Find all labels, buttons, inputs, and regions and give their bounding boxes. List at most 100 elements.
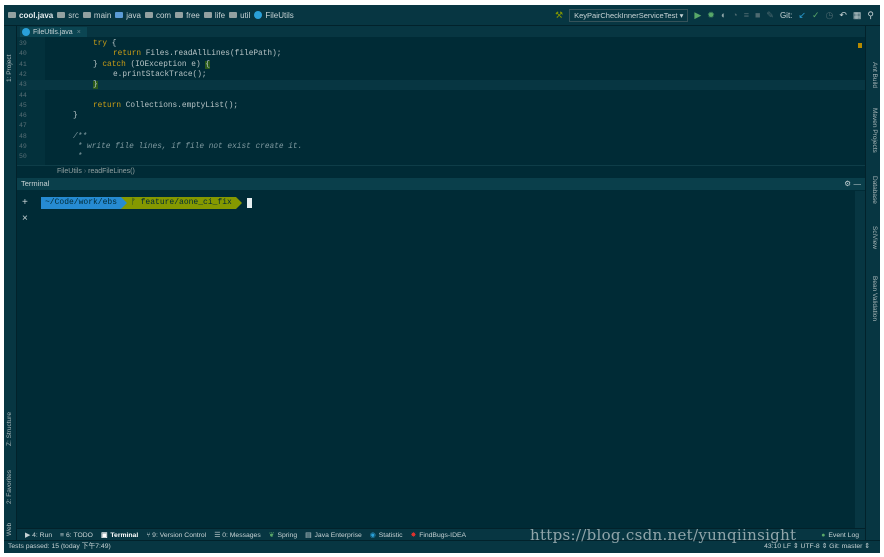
- code-line: 41} catch (IOException e) {: [19, 60, 210, 69]
- gear-icon[interactable]: ⚙: [844, 178, 851, 190]
- nav-crumb-src[interactable]: src: [57, 11, 79, 20]
- tab-messages[interactable]: ☰ 0: Messages: [214, 531, 261, 539]
- code-line-current: 43}: [17, 80, 865, 91]
- git-update-icon[interactable]: ↙: [798, 10, 806, 20]
- spring-icon: ❦: [268, 532, 275, 539]
- prompt-path-segment: ~/Code/work/ebs: [41, 197, 128, 209]
- search-icon[interactable]: ⚲: [867, 10, 874, 20]
- ant-build-tool-button[interactable]: Ant Build: [871, 62, 878, 88]
- close-session-icon[interactable]: ×: [22, 213, 28, 224]
- project-structure-icon[interactable]: ▦: [853, 10, 862, 20]
- breadcrumb-method[interactable]: readFileLines(): [88, 168, 135, 175]
- warning-marker[interactable]: [858, 43, 862, 48]
- structure-tool-button[interactable]: Z: Structure: [6, 412, 13, 446]
- tab-event-log[interactable]: ● Event Log: [821, 532, 859, 539]
- nav-crumb-project[interactable]: cool.java: [8, 11, 53, 20]
- tab-findbugs[interactable]: ✸ FindBugs-IDEA: [410, 531, 467, 540]
- terminal-cursor: [246, 198, 252, 208]
- run-icon[interactable]: ▶: [694, 10, 701, 20]
- database-tool-button[interactable]: Database: [871, 176, 878, 204]
- navigation-bar: cool.java src main java com free life ut…: [4, 5, 880, 26]
- code-line: 44: [19, 91, 27, 99]
- nav-crumb-life[interactable]: life: [203, 11, 225, 20]
- terminal-title: Terminal: [21, 179, 50, 188]
- nav-crumb-java[interactable]: java: [115, 11, 141, 20]
- web-tool-button[interactable]: Web: [6, 523, 13, 536]
- run-configuration-select[interactable]: KeyPairCheckInnerServiceTest ▾: [569, 8, 689, 22]
- profile-icon[interactable]: ◔: [732, 10, 737, 20]
- tab-todo[interactable]: ≡ 6: TODO: [60, 532, 93, 539]
- tab-java-enterprise[interactable]: ▤ Java Enterprise: [305, 531, 362, 540]
- shell-prompt: ~/Code/work/ebs ᚠ feature/aone_ci_fix: [41, 197, 252, 209]
- folder-icon: [57, 12, 66, 18]
- nav-crumb-fileutils[interactable]: FileUtils: [254, 11, 294, 20]
- package-icon: [229, 12, 238, 18]
- close-tab-icon[interactable]: ×: [77, 29, 81, 36]
- folder-icon: [115, 12, 124, 18]
- tab-terminal[interactable]: ▣ Terminal: [100, 531, 138, 540]
- tab-run[interactable]: ▶ 4: Run: [25, 531, 52, 539]
- code-line: 50 *: [19, 153, 83, 162]
- sciview-tool-button[interactable]: SciView: [871, 226, 878, 249]
- terminal-side-toolbar: + ×: [17, 191, 35, 529]
- git-history-icon[interactable]: ◷: [825, 10, 833, 20]
- bean-validation-tool-button[interactable]: Bean Validation: [871, 276, 878, 321]
- right-tool-strip: Ant Build Maven Projects Database SciVie…: [865, 26, 880, 541]
- code-line: 46}: [19, 112, 78, 121]
- class-icon: [254, 11, 263, 19]
- nav-crumb-free[interactable]: free: [175, 11, 200, 20]
- code-line: 47: [19, 122, 27, 130]
- prompt-branch-segment: ᚠ feature/aone_ci_fix: [121, 197, 242, 209]
- java-enterprise-icon: ▤: [305, 532, 312, 539]
- nav-crumb-main[interactable]: main: [82, 11, 111, 20]
- tab-version-control[interactable]: ⑂ 9: Version Control: [146, 532, 206, 539]
- terminal-icon: ▣: [100, 532, 108, 539]
- terminal-header: Terminal ⚙ —: [17, 178, 865, 190]
- favorites-tool-button[interactable]: 2: Favorites: [6, 470, 13, 504]
- statistic-icon: ◉: [369, 532, 376, 539]
- code-line: 42 e.printStackTrace();: [19, 70, 207, 79]
- ide-window: cool.java src main java com free life ut…: [4, 5, 880, 553]
- maven-projects-tool-button[interactable]: Maven Projects: [871, 108, 878, 153]
- nav-crumb-com[interactable]: com: [144, 11, 171, 20]
- package-icon: [175, 12, 184, 18]
- nav-crumb-util[interactable]: util: [229, 11, 250, 20]
- git-label: Git:: [779, 10, 793, 20]
- package-icon: [203, 12, 212, 18]
- class-icon: [22, 28, 30, 36]
- status-position-info[interactable]: 43:10 LF ⇕ UTF-8 ⇕ Git: master ⇕: [764, 541, 870, 553]
- editor-tab-row: FileUtils.java ×: [17, 26, 865, 37]
- add-session-icon[interactable]: +: [22, 197, 28, 208]
- code-line: 49 * write file lines, if file not exist…: [19, 143, 303, 151]
- tab-spring[interactable]: ❦ Spring: [268, 531, 297, 540]
- code-line: 39 try {: [19, 40, 117, 48]
- minimize-icon[interactable]: —: [854, 178, 862, 190]
- status-tests[interactable]: Tests passed: 15 (today 下午7:49): [8, 541, 111, 553]
- project-tool-button[interactable]: 1: Project: [6, 55, 13, 82]
- breadcrumb-class[interactable]: FileUtils: [57, 168, 82, 175]
- editor-breadcrumb: FileUtils › readFileLines(): [17, 165, 865, 178]
- code-editor[interactable]: 39 try { 40 return Files.readAllLines(file…: [17, 37, 865, 165]
- folder-icon: [82, 12, 91, 18]
- ant-icon[interactable]: ✎: [766, 10, 774, 20]
- coverage-icon[interactable]: ◐: [721, 10, 726, 20]
- code-line: 40 return Files.readAllLines(filePath);: [19, 50, 282, 59]
- tab-statistic[interactable]: ◉ Statistic: [369, 531, 403, 540]
- git-commit-icon[interactable]: ✓: [812, 10, 820, 20]
- concurrency-icon[interactable]: ≡: [744, 10, 749, 20]
- event-log-icon: ●: [821, 531, 826, 539]
- tab-fileutils-java[interactable]: FileUtils.java ×: [20, 27, 87, 37]
- hammer-build-icon[interactable]: ⚒: [555, 10, 563, 20]
- code-line: 48/**: [19, 132, 88, 141]
- stop-icon[interactable]: ■: [755, 10, 760, 20]
- code-line: 45 return Collections.emptyList();: [19, 101, 239, 110]
- status-bar: Tests passed: 15 (today 下午7:49) 43:10 LF…: [4, 540, 880, 553]
- left-tool-strip: 1: Project Z: Structure 2: Favorites Web: [4, 26, 17, 541]
- debug-icon[interactable]: ✹: [707, 10, 715, 20]
- git-revert-icon[interactable]: ↶: [839, 10, 847, 20]
- terminal-scrollbar[interactable]: [855, 191, 865, 529]
- folder-icon: [8, 12, 16, 18]
- terminal-output[interactable]: ~/Code/work/ebs ᚠ feature/aone_ci_fix: [37, 191, 854, 529]
- package-icon: [144, 12, 153, 18]
- findbugs-icon: ✸: [410, 532, 417, 539]
